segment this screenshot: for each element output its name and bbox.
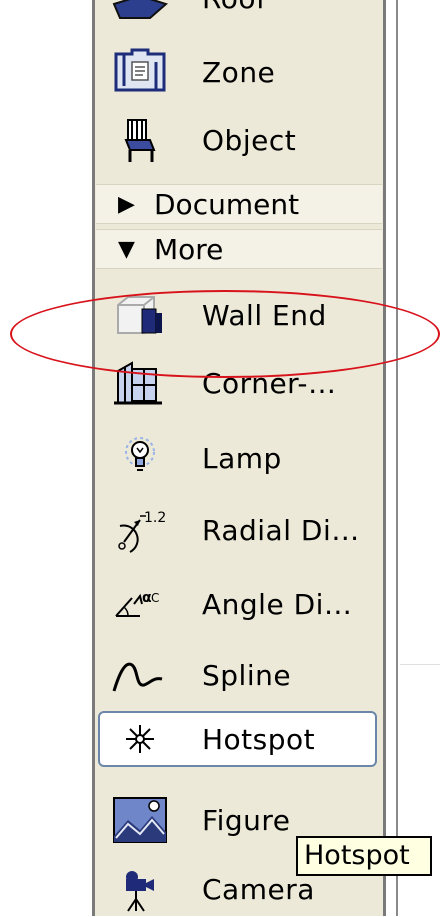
tool-angle-dimension[interactable]: α C Angle Di…: [100, 576, 375, 632]
toolbox-scrollbar-track[interactable]: [383, 0, 386, 916]
triangle-right-icon: ▶: [118, 191, 135, 217]
spline-icon: [110, 651, 170, 699]
tool-hotspot[interactable]: Hotspot: [100, 711, 375, 767]
tool-roof[interactable]: Roof: [100, 0, 375, 26]
tool-label: Camera: [202, 872, 315, 906]
tool-label: Angle Di…: [202, 587, 353, 621]
zone-icon: [110, 48, 170, 96]
toolbox-left-border: [92, 0, 95, 916]
tool-object[interactable]: Object: [100, 112, 375, 168]
tool-radial-dimension[interactable]: 1.2 Radial Di…: [100, 502, 375, 558]
camera-icon: [110, 865, 170, 913]
section-more[interactable]: ▼ More: [96, 229, 382, 269]
tool-label: Roof: [202, 0, 266, 15]
tool-zone[interactable]: Zone: [100, 44, 375, 100]
svg-text:1.2: 1.2: [144, 510, 166, 526]
tool-label: Object: [202, 123, 297, 157]
highlight-ellipse: [10, 290, 440, 378]
section-label: Document: [154, 187, 300, 221]
svg-text:C: C: [151, 591, 159, 605]
angle-dimension-icon: α C: [110, 580, 170, 628]
radial-dimension-icon: 1.2: [110, 506, 170, 554]
tool-label: Figure: [202, 803, 291, 837]
triangle-down-icon: ▼: [118, 236, 135, 262]
roof-icon: [110, 0, 170, 22]
tool-label: Radial Di…: [202, 513, 360, 547]
tool-label: Lamp: [202, 441, 282, 475]
tool-spline[interactable]: Spline: [100, 647, 375, 703]
window-edge: [396, 0, 398, 916]
figure-icon: [110, 796, 170, 844]
tooltip: Hotspot: [296, 836, 432, 876]
left-margin: [0, 0, 92, 916]
section-document[interactable]: ▶ Document: [96, 184, 382, 224]
tool-label: Hotspot: [202, 722, 316, 756]
tool-label: Spline: [202, 658, 292, 692]
lamp-icon: [110, 434, 170, 482]
object-icon: [110, 116, 170, 164]
tool-label: Zone: [202, 55, 276, 89]
section-label: More: [154, 232, 224, 266]
hotspot-icon: [110, 715, 170, 763]
tool-lamp[interactable]: Lamp: [100, 430, 375, 486]
divider-line: [400, 664, 440, 665]
